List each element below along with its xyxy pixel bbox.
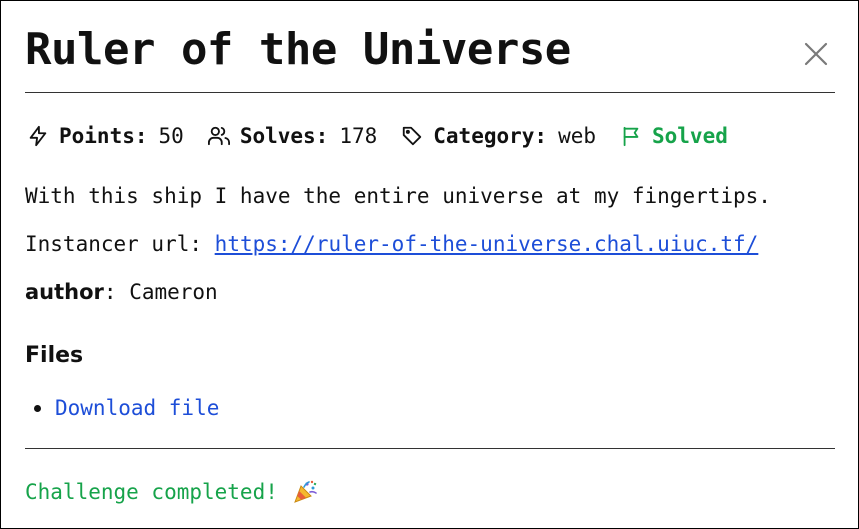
- completion-text: Challenge completed!: [25, 480, 278, 504]
- author-label: author: [25, 280, 104, 304]
- footer-divider: [25, 448, 835, 449]
- points-label: Points:: [59, 124, 148, 148]
- close-button[interactable]: [801, 39, 831, 69]
- solves-label: Solves:: [239, 124, 329, 148]
- instancer-label: Instancer url:: [25, 232, 203, 256]
- category-stat: Category: web: [399, 123, 596, 149]
- challenge-modal: Ruler of the Universe Points: 50 Solves:…: [0, 0, 859, 529]
- tag-icon: [399, 123, 425, 149]
- solved-status: Solved: [618, 123, 728, 149]
- challenge-title: Ruler of the Universe: [25, 24, 571, 75]
- lightning-icon: [25, 123, 51, 149]
- challenge-description: With this ship I have the entire univers…: [25, 184, 771, 208]
- close-icon: [804, 42, 828, 66]
- instancer-line: Instancer url: https://ruler-of-the-univ…: [25, 229, 758, 259]
- users-icon: [206, 123, 232, 149]
- instancer-link[interactable]: https://ruler-of-the-universe.chal.uiuc.…: [215, 232, 759, 256]
- category-value: web: [558, 124, 596, 148]
- download-file-link[interactable]: Download file: [55, 393, 219, 423]
- challenge-meta: Points: 50 Solves: 178 Category: web Sol…: [25, 121, 728, 151]
- solved-label: Solved: [652, 124, 728, 148]
- list-item: Download file: [25, 393, 219, 423]
- flag-icon: [618, 123, 644, 149]
- category-label: Category:: [433, 124, 548, 148]
- completion-message: Challenge completed!: [25, 477, 318, 507]
- files-heading: Files: [25, 343, 84, 368]
- solves-value: 178: [339, 124, 378, 148]
- bullet: [34, 404, 41, 412]
- points-stat: Points: 50: [25, 123, 184, 149]
- author-line: author: Cameron: [25, 277, 218, 307]
- points-value: 50: [158, 124, 184, 148]
- solves-stat: Solves: 178: [206, 123, 377, 149]
- files-list: Download file: [25, 393, 219, 423]
- header-divider: [25, 92, 835, 93]
- author-value: : Cameron: [103, 280, 218, 304]
- party-popper-icon: [292, 479, 318, 505]
